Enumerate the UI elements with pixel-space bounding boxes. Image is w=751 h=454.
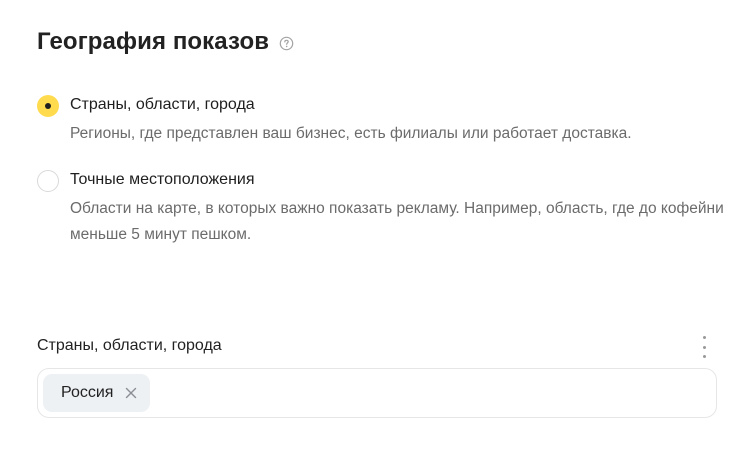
question-circle-icon[interactable] [278, 36, 294, 52]
radio-option-regions[interactable]: Страны, области, города Регионы, где пре… [37, 94, 727, 147]
region-tag: Россия [43, 374, 151, 412]
radio-button-checked[interactable] [37, 95, 59, 117]
radio-description-regions: Регионы, где представлен ваш бизнес, ест… [70, 125, 632, 142]
region-tag-label: Россия [61, 384, 114, 401]
radio-label-regions: Страны, области, города [70, 96, 255, 113]
section-header: География показов [37, 28, 294, 56]
radio-label-exact-locations: Точные местоположения [70, 171, 255, 188]
more-vertical-icon[interactable] [699, 336, 709, 358]
geography-radio-group: Страны, области, города Регионы, где пре… [37, 94, 727, 248]
regions-field-header: Страны, области, города [37, 334, 717, 358]
close-icon[interactable] [124, 386, 138, 400]
regions-tag-input[interactable]: Россия [37, 368, 717, 418]
radio-option-exact-locations[interactable]: Точные местоположения Области на карте, … [37, 169, 727, 248]
regions-field-label: Страны, области, города [37, 337, 222, 354]
radio-description-exact-locations: Области на карте, в которых важно показа… [70, 200, 724, 243]
radio-button-unchecked[interactable] [37, 170, 59, 192]
section-title: География показов [37, 28, 270, 55]
